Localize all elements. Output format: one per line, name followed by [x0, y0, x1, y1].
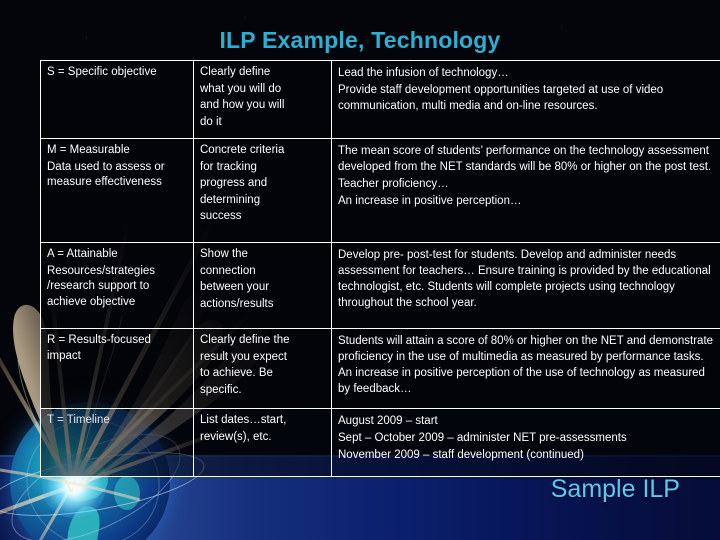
cell-line: Clearly define the — [200, 334, 290, 346]
cell-line: M = Measurable — [47, 144, 130, 156]
cell-line: result you expect — [200, 350, 287, 363]
cell-line: T = Timeline — [47, 414, 110, 426]
cell-line: R = Results-focused impact — [47, 334, 151, 362]
cell-line: Develop pre- post-test for students. Dev… — [338, 249, 711, 309]
cell-line: Teacher proficiency… — [338, 178, 449, 190]
cell-line: progress and — [200, 177, 268, 189]
table-cell-criterion: A = Attainable Resources/strategies /res… — [40, 242, 194, 329]
cell-line: review(s), etc. — [200, 430, 272, 443]
cell-line: specific. — [200, 383, 242, 396]
table-cell-criterion: S = Specific objective — [40, 60, 194, 139]
cell-line: Clearly define — [200, 66, 271, 78]
table-cell-description: Concrete criteria for tracking progress … — [193, 138, 332, 243]
cell-line: Data used to assess or measure effective… — [47, 160, 165, 189]
cell-line: Show the — [200, 248, 248, 260]
table-cell-example: Lead the infusion of technology… Provide… — [331, 60, 720, 139]
cell-line: success — [200, 210, 242, 222]
cell-line: November 2009 – staff development (conti… — [338, 449, 584, 461]
table-cell-criterion: T = Timeline — [40, 408, 194, 477]
cell-line: The mean score of students’ performance … — [338, 145, 712, 173]
cell-line: to achieve. Be — [200, 367, 273, 379]
slide: ILP Example, Technology S = Specific obj… — [0, 0, 720, 540]
cell-line: actions/results — [200, 297, 274, 310]
table-cell-example: Develop pre- post-test for students. Dev… — [331, 242, 720, 329]
cell-line: August 2009 – start — [338, 415, 438, 427]
cell-line: Lead the infusion of technology… — [338, 67, 509, 79]
page-title: ILP Example, Technology — [219, 27, 501, 53]
cell-line: and how you will — [200, 99, 285, 111]
ilp-table: S = Specific objective Clearly define wh… — [40, 60, 720, 477]
table-row: A = Attainable Resources/strategies /res… — [40, 242, 720, 329]
cell-line: what you will do — [200, 82, 282, 95]
table-row: S = Specific objective Clearly define wh… — [40, 60, 720, 139]
cell-line: connection — [200, 264, 256, 277]
table-cell-description: List dates…start, review(s), etc. — [193, 408, 332, 477]
table-cell-example: Students will attain a score of 80% or h… — [331, 328, 720, 409]
cell-line: Resources/strategies /research support t… — [47, 264, 156, 308]
cell-line: S = Specific objective — [47, 66, 157, 78]
cell-line: do it — [200, 115, 222, 128]
cell-line: List dates…start, — [200, 414, 287, 426]
cell-line: An increase in positive perception… — [338, 195, 522, 207]
cell-line: for tracking — [200, 160, 257, 173]
cell-line: Provide staff development opportunities … — [338, 84, 664, 112]
table-cell-description: Show the connection between your actions… — [193, 242, 332, 329]
slide-caption: Sample ILP — [550, 475, 680, 503]
table-row: M = Measurable Data used to assess or me… — [40, 138, 720, 243]
table-cell-criterion: R = Results-focused impact — [40, 328, 194, 409]
cell-line: between your — [200, 281, 270, 293]
table-cell-description: Clearly define the result you expect to … — [193, 328, 332, 409]
table-cell-example: August 2009 – start Sept – October 2009 … — [331, 408, 720, 477]
table-cell-description: Clearly define what you will do and how … — [193, 60, 332, 139]
cell-line: determining — [200, 193, 261, 206]
table-cell-criterion: M = Measurable Data used to assess or me… — [40, 138, 194, 243]
cell-line: Students will attain a score of 80% or h… — [338, 335, 714, 395]
table-row: T = Timeline List dates…start, review(s)… — [40, 408, 720, 477]
cell-line: A = Attainable — [47, 248, 118, 260]
table-row: R = Results-focused impact Clearly defin… — [40, 328, 720, 409]
cell-line: Sept – October 2009 – administer NET pre… — [338, 432, 627, 444]
table-cell-example: The mean score of students’ performance … — [331, 138, 720, 243]
cell-line: Concrete criteria — [200, 144, 285, 156]
